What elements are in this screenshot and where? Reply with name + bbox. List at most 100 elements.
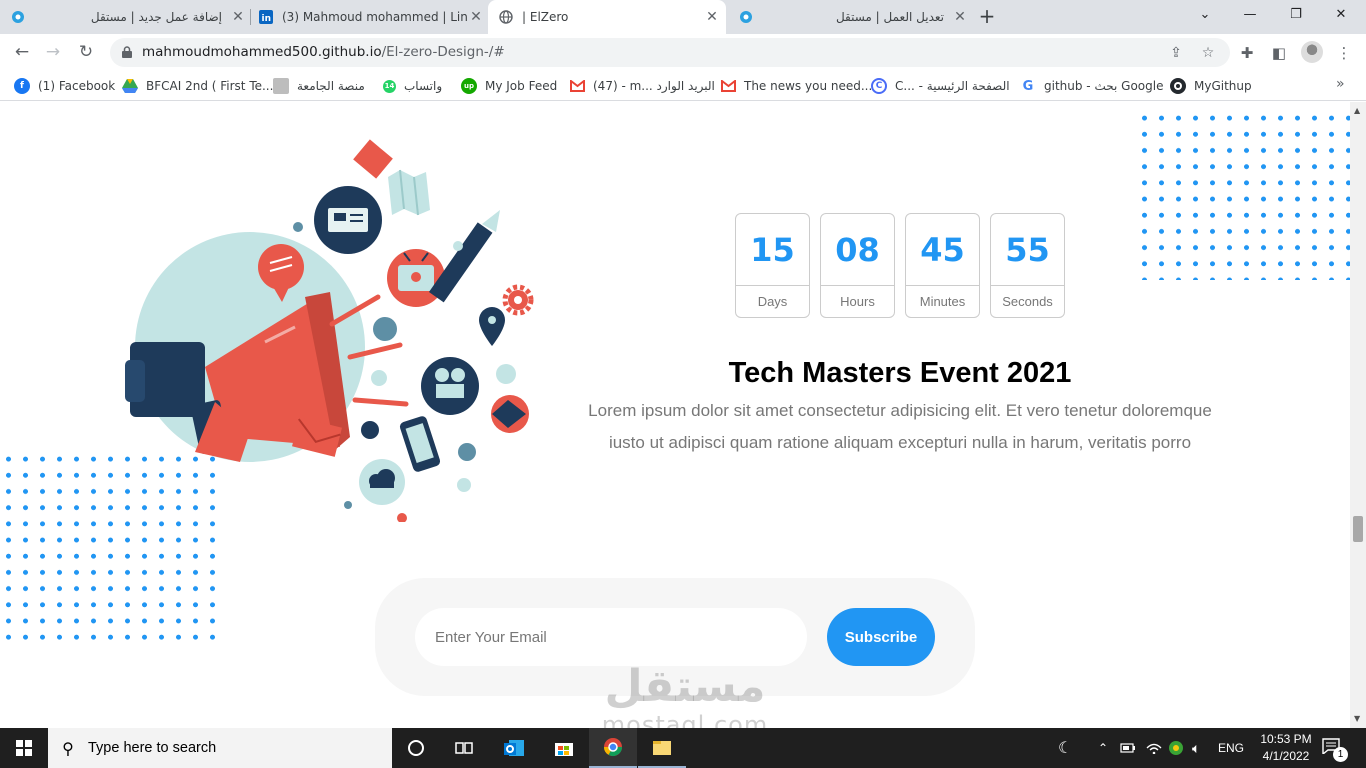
taskbar-clock[interactable]: 10:53 PM 4/1/2022 <box>1252 731 1320 765</box>
microsoft-store-icon[interactable] <box>540 728 588 768</box>
tab-search-chevron-icon[interactable]: ⌄ <box>1193 5 1217 25</box>
university-icon <box>273 78 289 94</box>
countdown-label: Seconds <box>1002 294 1053 309</box>
chrome-icon[interactable] <box>589 728 637 768</box>
whatsapp-icon: 14 <box>383 79 396 93</box>
tab-title: تعديل العمل | مستقل <box>835 10 944 24</box>
volume-icon[interactable]: 🔈︎ <box>1192 728 1200 768</box>
taskbar-search-placeholder: Type here to search <box>88 740 217 756</box>
bookmark-upwork[interactable]: up My Job Feed <box>461 76 557 96</box>
tab-elzero[interactable]: | ElZero ✕ <box>488 0 726 34</box>
event-description: Lorem ipsum dolor sit amet consectetur a… <box>560 395 1240 459</box>
share-icon[interactable]: ⇪ <box>1167 44 1185 62</box>
countdown-label: Days <box>757 294 788 309</box>
google-icon: G <box>1020 78 1036 94</box>
tab-linkedin[interactable]: in (3) Mahmoud mohammed | Linke ✕ <box>258 0 484 34</box>
forward-arrow-icon[interactable]: → <box>41 40 65 64</box>
watermark-arabic: مستقل <box>604 661 766 712</box>
google-drive-icon <box>122 78 138 94</box>
cloud-icon <box>359 459 405 505</box>
file-explorer-icon[interactable] <box>638 728 686 768</box>
bookmark-mygithub[interactable]: MyGithup <box>1170 76 1252 96</box>
close-tab-icon[interactable]: ✕ <box>468 9 484 25</box>
url-text[interactable]: mahmoudmohammed500.github.io/El-zero-Des… <box>142 44 505 60</box>
mostaql-icon <box>10 9 26 25</box>
minimize-button[interactable]: — <box>1238 5 1262 25</box>
bookmark-homepage[interactable]: C C... - الصفحة الرئيسية <box>871 76 1010 96</box>
close-tab-icon[interactable]: ✕ <box>704 9 720 25</box>
task-view-icon[interactable] <box>440 728 488 768</box>
svg-text:in: in <box>262 14 272 24</box>
outlook-icon[interactable] <box>490 728 538 768</box>
watermark-latin: mostaql.com <box>601 711 769 728</box>
bookmark-bfcai[interactable]: BFCAI 2nd ( First Te... <box>122 76 273 96</box>
bookmark-facebook[interactable]: f (1) Facebook <box>14 76 115 96</box>
menu-kebab-icon[interactable]: ⋮ <box>1334 43 1354 63</box>
notification-count-badge: 1 <box>1333 747 1348 762</box>
bookmark-university[interactable]: منصة الجامعة <box>273 76 365 96</box>
scrollbar-thumb[interactable] <box>1353 516 1363 542</box>
tab-mostaql-edit-work[interactable]: تعديل العمل | مستقل ✕ <box>738 0 968 34</box>
page-scrollbar[interactable]: ▲ ▼ <box>1350 102 1366 728</box>
pencil-icon <box>428 210 500 303</box>
start-button[interactable] <box>0 728 48 768</box>
side-panel-icon[interactable]: ◧ <box>1269 43 1289 63</box>
close-window-button[interactable]: ✕ <box>1329 5 1353 25</box>
tv-icon <box>387 249 445 307</box>
address-bar[interactable]: mahmoudmohammed500.github.io/El-zero-Des… <box>110 38 1230 67</box>
lock-icon[interactable] <box>122 46 132 58</box>
taskbar-search[interactable]: ⚲ Type here to search <box>48 728 392 768</box>
countdown-hours: 08 Hours <box>820 213 895 318</box>
smartphone-icon <box>399 416 441 472</box>
movie-camera-icon <box>421 357 479 415</box>
ticket-icon <box>491 395 529 433</box>
profile-avatar[interactable] <box>1301 41 1323 63</box>
subscribe-button[interactable]: Subscribe <box>827 608 935 666</box>
bookmark-label: MyGithup <box>1194 79 1252 93</box>
countdown-label: Hours <box>840 294 875 309</box>
windows-logo-icon <box>16 740 32 756</box>
tab-title: (3) Mahmoud mohammed | Linke <box>282 10 468 24</box>
close-tab-icon[interactable]: ✕ <box>230 9 246 25</box>
bookmark-whatsapp[interactable]: 14 واتساب <box>383 76 442 96</box>
event-title: Tech Masters Event 2021 <box>728 357 1072 389</box>
tab-title: إضافة عمل جديد | مستقل <box>90 10 222 24</box>
bookmark-star-icon[interactable]: ☆ <box>1199 44 1217 62</box>
bookmarks-bar: f (1) Facebook BFCAI 2nd ( First Te... م… <box>0 71 1366 101</box>
countdown-value: 55 <box>991 214 1064 286</box>
tab-mostaql-add-work[interactable]: إضافة عمل جديد | مستقل ✕ <box>10 0 246 34</box>
bookmark-google-github[interactable]: G github - بحث Google <box>1020 76 1163 96</box>
bookmarks-overflow-chevron-icon[interactable]: » <box>1336 76 1345 92</box>
new-tab-button[interactable]: + <box>977 6 997 27</box>
event-description-line: iusto ut adipisci quam ratione aliquam e… <box>608 433 1192 452</box>
close-tab-icon[interactable]: ✕ <box>952 9 968 25</box>
scroll-up-arrow-icon[interactable]: ▲ <box>1354 106 1360 115</box>
map-icon <box>388 169 430 216</box>
bookmark-label: My Job Feed <box>485 79 558 93</box>
bookmark-gmail-inbox[interactable]: (47) - m... البريد الوارد <box>569 76 715 96</box>
scroll-down-arrow-icon[interactable]: ▼ <box>1354 714 1360 723</box>
bookmark-gmail-news[interactable]: The news you need... <box>720 76 872 96</box>
countdown-minutes: 45 Minutes <box>905 213 980 318</box>
input-language[interactable]: ENG <box>1218 728 1244 768</box>
back-arrow-icon[interactable]: ← <box>10 40 34 64</box>
night-light-moon-icon[interactable]: ☾ <box>1058 728 1072 768</box>
bookmark-label: (47) - m... البريد الوارد <box>593 79 715 93</box>
gmail-icon <box>569 78 585 94</box>
browser-toolbar: ← → ↻ mahmoudmohammed500.github.io/El-ze… <box>0 34 1366 71</box>
bookmark-label: واتساب <box>404 79 443 93</box>
linkedin-icon: in <box>258 9 274 25</box>
event-description-line: Lorem ipsum dolor sit amet consectetur a… <box>588 401 1212 420</box>
restore-button[interactable]: ❐ <box>1284 5 1308 25</box>
email-field[interactable] <box>415 608 807 666</box>
show-hidden-icons-chevron-icon[interactable]: ⌃ <box>1098 728 1108 768</box>
reload-icon[interactable]: ↻ <box>74 40 98 64</box>
wifi-icon[interactable] <box>1146 728 1162 768</box>
cortana-icon[interactable] <box>392 728 440 768</box>
event-countdown: 15 Days 08 Hours 45 Minutes 55 Seconds <box>735 213 1065 318</box>
windows-taskbar: ⚲ Type here to search ☾ ⌃ 🔈︎ ENG 10:53 P… <box>0 728 1366 768</box>
location-pin-icon <box>479 307 505 346</box>
extensions-puzzle-icon[interactable]: ✚ <box>1237 43 1257 63</box>
battery-icon[interactable] <box>1120 728 1136 768</box>
app-tray-status-icon[interactable] <box>1168 728 1184 768</box>
